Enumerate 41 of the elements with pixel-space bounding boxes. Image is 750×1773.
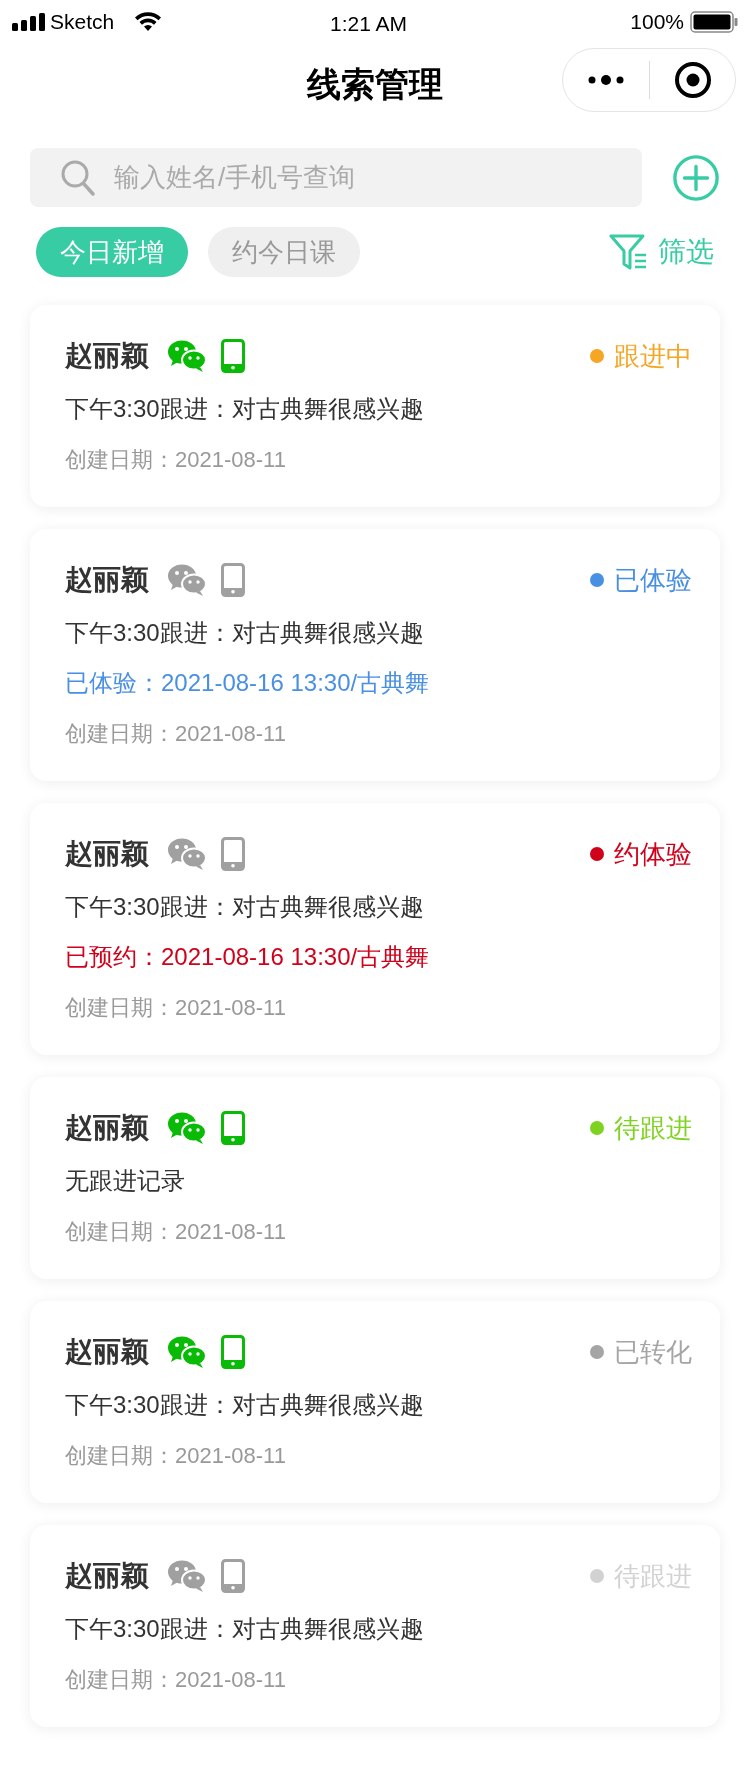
follow-up-note: 下午3:30跟进：对古典舞很感兴趣 (65, 1614, 424, 1644)
status-label: 跟进中 (614, 339, 692, 373)
created-date: 创建日期：2021-08-11 (65, 445, 286, 474)
follow-up-note: 无跟进记录 (65, 1166, 185, 1196)
follow-up-note: 下午3:30跟进：对古典舞很感兴趣 (65, 892, 424, 922)
lead-name: 赵丽颖 (65, 1559, 149, 1593)
more-icon[interactable] (588, 74, 624, 86)
created-date: 创建日期：2021-08-11 (65, 719, 286, 748)
follow-up-note: 下午3:30跟进：对古典舞很感兴趣 (65, 394, 424, 424)
created-date: 创建日期：2021-08-11 (65, 993, 286, 1022)
status-label: 约体验 (614, 837, 692, 871)
created-date: 创建日期：2021-08-11 (65, 1441, 286, 1470)
lead-card[interactable]: 赵丽颖 跟进中 下午3:30跟进：对古典舞很感兴趣 创建日期：2021-08-11 (30, 305, 720, 507)
signal-icon (12, 13, 46, 31)
carrier-name: Sketch (50, 9, 115, 36)
lead-name: 赵丽颖 (65, 563, 149, 597)
battery-icon (690, 11, 738, 33)
wifi-icon (134, 12, 163, 32)
lead-card[interactable]: 赵丽颖 已转化 下午3:30跟进：对古典舞很感兴趣 创建日期：2021-08-11 (30, 1301, 720, 1503)
lead-name: 赵丽颖 (65, 837, 149, 871)
status-label: 已体验 (614, 563, 692, 597)
lead-name: 赵丽颖 (65, 1335, 149, 1369)
created-date: 创建日期：2021-08-11 (65, 1665, 286, 1694)
follow-up-note: 下午3:30跟进：对古典舞很感兴趣 (65, 1390, 424, 1420)
lead-card[interactable]: 赵丽颖 已体验 下午3:30跟进：对古典舞很感兴趣 已体验：2021-08-16 13:30/古典舞 创建日期：2021-08-11 (30, 529, 720, 781)
created-date: 创建日期：2021-08-11 (65, 1217, 286, 1246)
follow-up-note: 下午3:30跟进：对古典舞很感兴趣 (65, 618, 424, 648)
status-label: 已转化 (614, 1335, 692, 1369)
lead-card[interactable]: 赵丽颖 待跟进 无跟进记录 创建日期：2021-08-11 (30, 1077, 720, 1279)
status-time: 1:21 AM (330, 11, 408, 37)
search-field[interactable]: 输入姓名/手机号查询 (30, 148, 642, 207)
booking-info: 已预约：2021-08-16 13:30/古典舞 (65, 942, 430, 972)
battery-percent: 100% (630, 9, 684, 36)
lead-card[interactable]: 赵丽颖 约体验 下午3:30跟进：对古典舞很感兴趣 已预约：2021-08-16 13:30/古典舞 创建日期：2021-08-11 (30, 803, 720, 1055)
lead-name: 赵丽颖 (65, 1111, 149, 1145)
page-title: 线索管理 (307, 63, 443, 105)
close-icon[interactable] (673, 61, 712, 99)
lead-name: 赵丽颖 (65, 339, 149, 373)
booking-info: 已体验：2021-08-16 13:30/古典舞 (65, 668, 430, 698)
status-label: 待跟进 (614, 1111, 692, 1145)
search-icon (60, 159, 96, 197)
